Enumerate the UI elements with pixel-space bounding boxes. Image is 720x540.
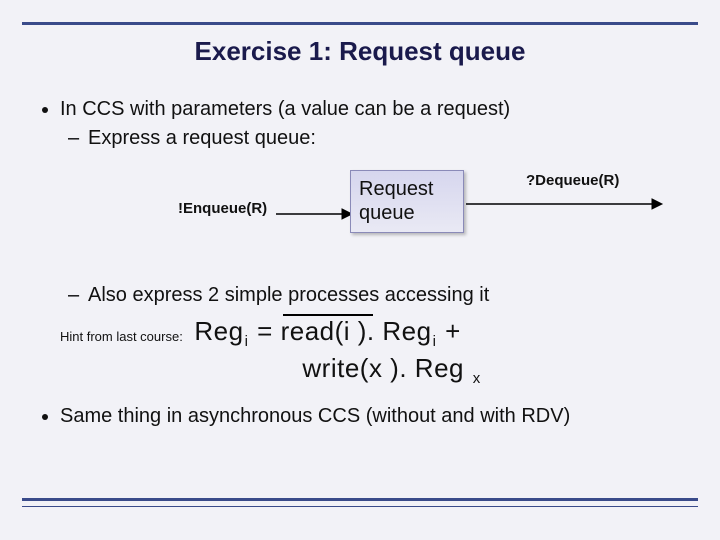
hint-row: Hint from last course: Regi = read(i ). … (60, 315, 692, 389)
f-sub-x: x (473, 370, 481, 387)
f-read-overline: read(i ). (281, 315, 375, 348)
f-sp3 (464, 353, 472, 383)
box-line2: queue (359, 202, 415, 224)
f-plus: + (437, 316, 460, 346)
bullet-list-level2: Express a request queue: !Enqueue(R) Req… (60, 127, 692, 307)
bullet-1-1: Express a request queue: !Enqueue(R) Req… (88, 127, 692, 274)
box-line1: Request (359, 178, 434, 200)
arrow-left-icon (274, 202, 354, 226)
bullet-1: In CCS with parameters (a value can be a… (60, 98, 692, 389)
f-reg3: Reg (415, 353, 464, 383)
bullet-list-level1: In CCS with parameters (a value can be a… (36, 98, 692, 428)
f-write: write(x ). (302, 353, 407, 383)
arrow-right-icon (464, 184, 664, 224)
enqueue-label: !Enqueue(R) (178, 200, 267, 217)
dequeue-label: ?Dequeue(R) (526, 172, 619, 189)
diagram: !Enqueue(R) Request queue (88, 164, 692, 274)
bullet-2-text: Same thing in asynchronous CCS (without … (60, 405, 570, 427)
slide: Exercise 1: Request queue In CCS with pa… (0, 0, 720, 540)
top-rule (22, 22, 698, 25)
bullet-1-text: In CCS with parameters (a value can be a… (60, 98, 510, 120)
bullet-1-2-text: Also express 2 simple processes accessin… (88, 284, 489, 306)
slide-title: Exercise 1: Request queue (0, 36, 720, 67)
request-queue-box: Request queue (350, 170, 464, 233)
bullet-1-1-text: Express a request queue: (88, 127, 316, 149)
bullet-2: Same thing in asynchronous CCS (without … (60, 405, 692, 428)
slide-body: In CCS with parameters (a value can be a… (36, 98, 692, 432)
formula: Regi = read(i ). Regi + write(x ). Reg x (194, 315, 481, 389)
f-read: read(i ). (281, 316, 375, 346)
bottom-thin-rule (22, 506, 698, 507)
formula-line2: write(x ). Reg x (194, 352, 481, 389)
hint-label: Hint from last course: (60, 329, 183, 344)
f-eq: = (249, 316, 280, 346)
f-sp2 (407, 353, 415, 383)
bottom-rule (22, 498, 698, 501)
f-sub-i2: i (433, 333, 437, 350)
f-sub-i1: i (245, 333, 249, 350)
f-reg1: Reg (194, 316, 243, 346)
bullet-1-2: Also express 2 simple processes accessin… (88, 284, 692, 307)
f-reg2: Reg (382, 316, 431, 346)
